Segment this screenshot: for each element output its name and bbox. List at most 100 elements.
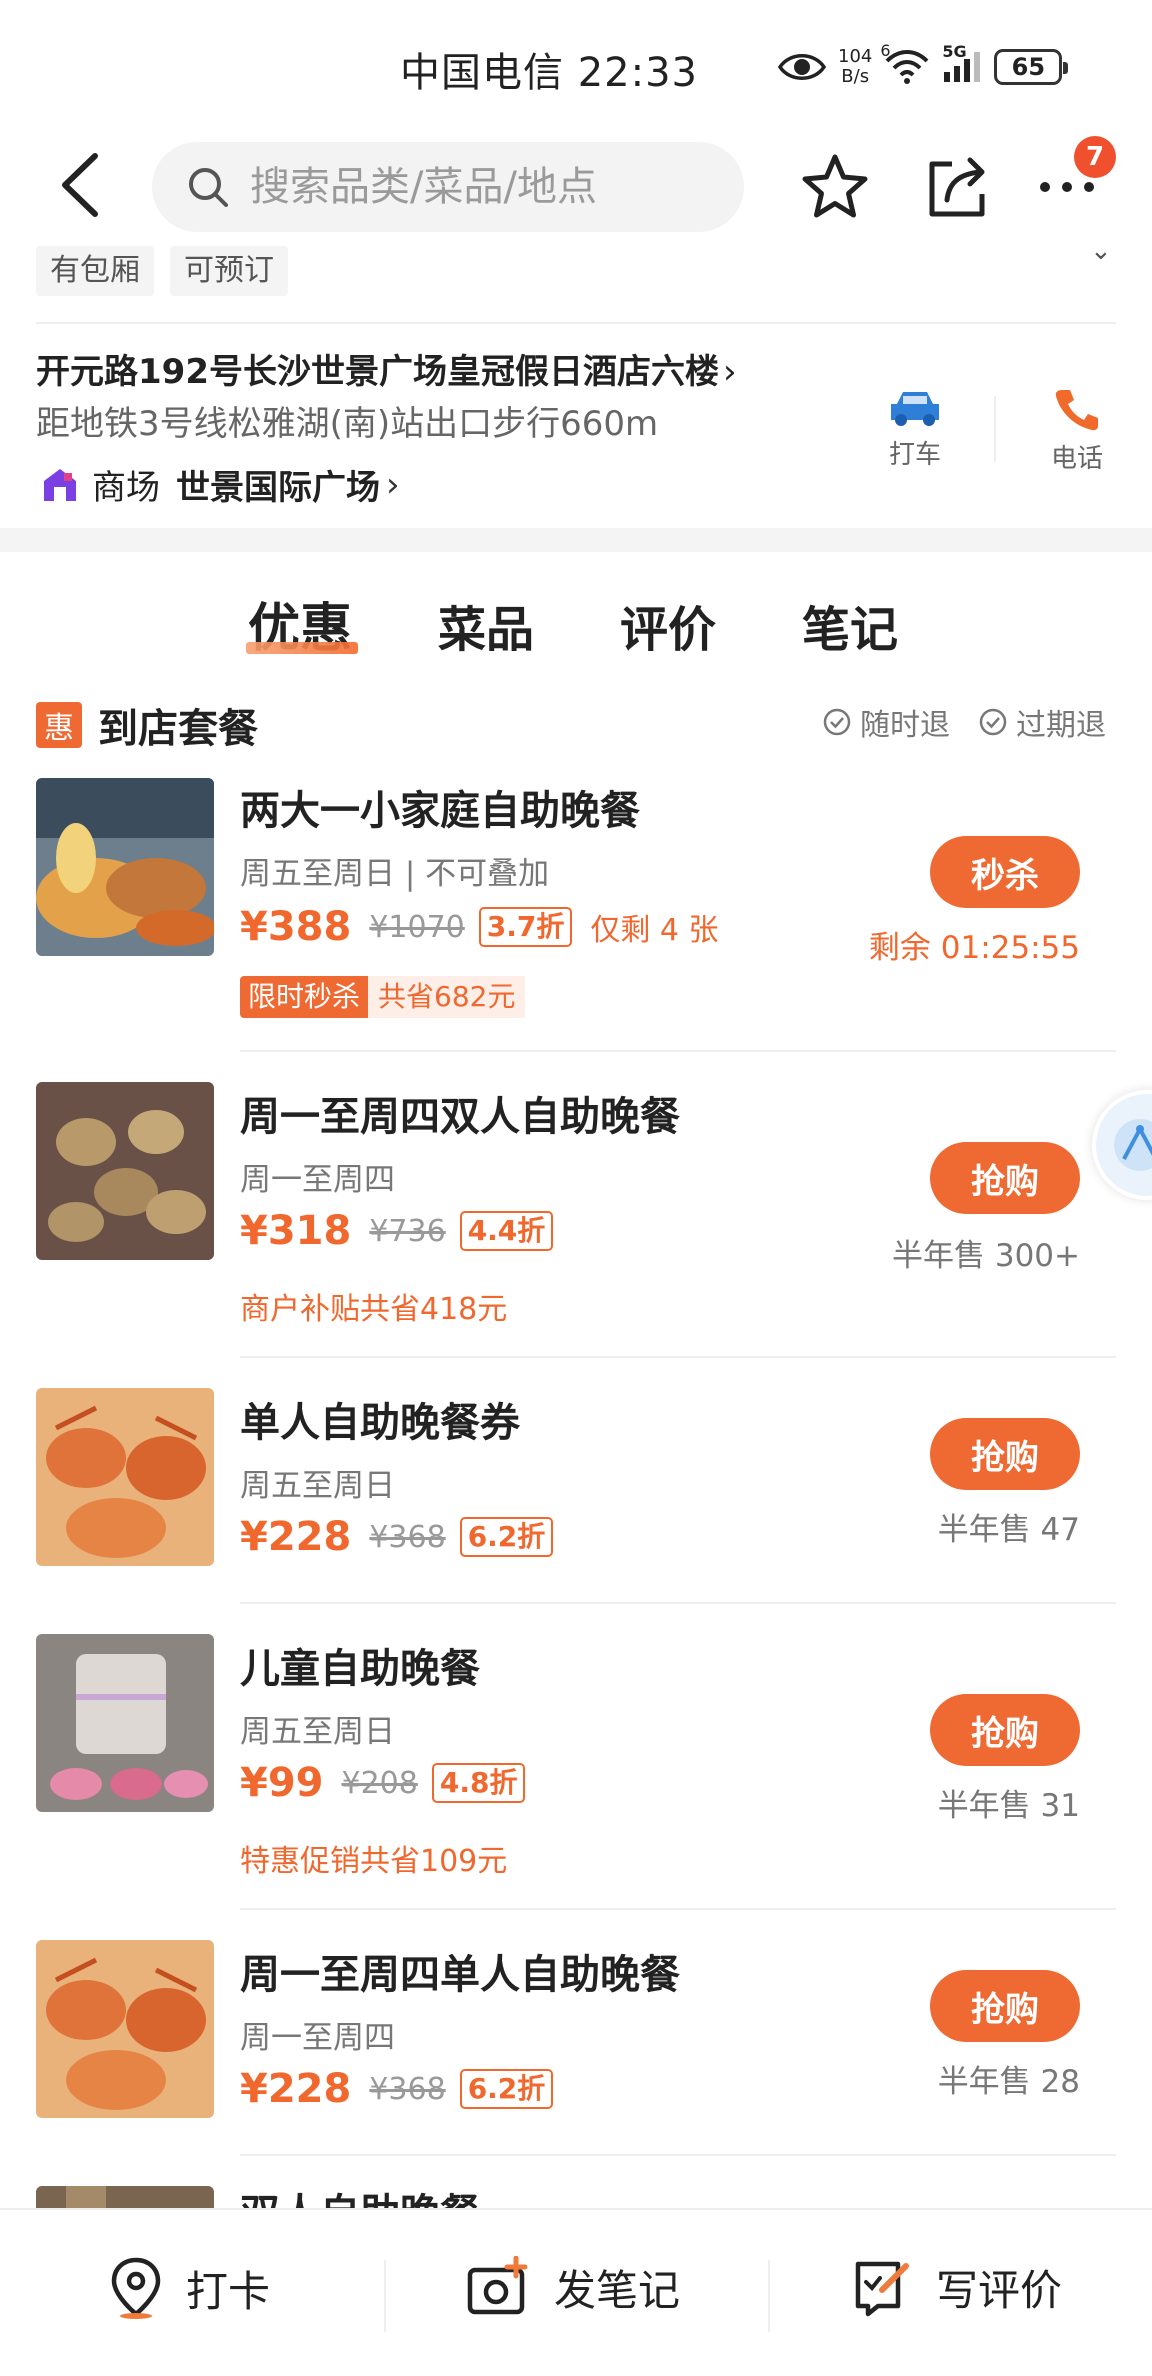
- favorite-button[interactable]: [798, 150, 872, 224]
- search-bar[interactable]: [152, 142, 744, 232]
- buy-button[interactable]: 抢购: [930, 1142, 1080, 1214]
- deal-title: 单人自助晚餐券: [240, 1400, 520, 1446]
- metro-distance: 距地铁3号线松雅湖(南)站出口步行660m: [36, 404, 659, 444]
- more-dots-icon: [1040, 182, 1094, 192]
- top-navigation: 7: [0, 130, 1152, 240]
- deal-price: ¥228: [240, 1514, 352, 1560]
- deal-title: 周一至周四单人自助晚餐: [240, 1952, 680, 1998]
- status-carrier-time: 中国电信 22:33: [400, 40, 698, 98]
- floating-assistant-button[interactable]: [1092, 1090, 1152, 1200]
- checkin-label: 打卡: [186, 2266, 271, 2316]
- flash-buy-button[interactable]: 秒杀: [930, 836, 1080, 908]
- countdown-timer: 剩余 01:25:55: [868, 930, 1080, 966]
- tab-dishes[interactable]: 菜品: [438, 590, 534, 660]
- share-button[interactable]: [920, 150, 994, 224]
- divider: [240, 2154, 1116, 2156]
- mall-icon: [44, 468, 76, 501]
- signal-label: 5G: [942, 42, 967, 61]
- wifi-label: 6: [880, 41, 891, 60]
- net-speed-unit: B/s: [841, 66, 870, 87]
- chevron-right-icon: ›: [386, 464, 400, 505]
- deal-title: 周一至周四双人自助晚餐: [240, 1094, 680, 1140]
- discount-tag: 3.7折: [478, 907, 573, 947]
- location-pin-icon: [111, 2257, 161, 2319]
- tag-private-room: 有包厢: [36, 246, 154, 296]
- deal-price: ¥228: [240, 2066, 352, 2112]
- checkin-button[interactable]: 打卡: [108, 2256, 270, 2320]
- original-price: ¥368: [369, 1519, 446, 1555]
- promotion-note: 特惠促销共省109元: [240, 1844, 508, 1879]
- tab-notes[interactable]: 笔记: [802, 590, 898, 660]
- discount-tag: 4.4折: [459, 1211, 554, 1251]
- divider: [768, 2260, 770, 2332]
- write-note-button[interactable]: 发笔记: [466, 2256, 680, 2318]
- net-speed: 104 B/s: [838, 47, 872, 87]
- deal-image: [36, 1082, 214, 1260]
- deal-validity: 周五至周日: [240, 1468, 395, 1504]
- deal-validity: 周一至周四: [240, 1162, 395, 1198]
- flash-sale-label: 限时秒杀: [240, 976, 369, 1018]
- write-review-button[interactable]: 写评价: [852, 2256, 1062, 2318]
- clock: 22:33: [577, 50, 698, 96]
- original-price: ¥736: [369, 1213, 446, 1249]
- section-header: 惠 到店套餐: [36, 696, 258, 754]
- mall-link[interactable]: 商场 世景国际广场 ›: [40, 460, 400, 509]
- deal-price: ¥99: [240, 1760, 324, 1806]
- deal-price: ¥318: [240, 1208, 352, 1254]
- notification-badge: 7: [1074, 136, 1116, 178]
- divider: [240, 1050, 1116, 1052]
- carrier-name: 中国电信: [400, 50, 564, 96]
- price-row: ¥318 ¥736 4.4折: [240, 1208, 554, 1254]
- eye-icon: [778, 50, 826, 84]
- deal-validity: 周五至周日: [240, 1714, 395, 1750]
- address-text: 开元路192号长沙世景广场皇冠假日酒店六楼: [36, 352, 719, 392]
- buy-button[interactable]: 抢购: [930, 1694, 1080, 1766]
- buy-button[interactable]: 抢购: [930, 1418, 1080, 1490]
- back-arrow-icon: [62, 153, 98, 217]
- discount-tag: 4.8折: [431, 1763, 526, 1803]
- status-icons: 104 B/s 6 5G 65: [778, 41, 1069, 92]
- discount-badge: 惠: [36, 702, 82, 748]
- taxi-button[interactable]: 打车: [860, 386, 970, 471]
- expand-chevron-icon[interactable]: ⌄: [1090, 236, 1112, 266]
- status-bar: 中国电信 22:33 104 B/s 6 5G 65: [0, 0, 1152, 130]
- discount-tag: 6.2折: [459, 1517, 554, 1557]
- star-icon: [802, 154, 868, 218]
- deal-image: [36, 1634, 214, 1812]
- search-input[interactable]: [250, 164, 690, 210]
- phone-button[interactable]: 电话: [1022, 386, 1132, 475]
- chevron-right-icon: ›: [722, 352, 737, 392]
- share-icon: [929, 157, 985, 217]
- battery-indicator: 65: [994, 49, 1069, 85]
- back-button[interactable]: [55, 150, 115, 220]
- original-price: ¥208: [341, 1765, 418, 1801]
- policy-text: 随时退: [860, 708, 950, 743]
- divider: [240, 1602, 1116, 1604]
- sales-count: 半年售 31: [937, 1788, 1080, 1824]
- price-row: ¥228 ¥368 6.2折: [240, 1514, 554, 1560]
- divider: [36, 322, 1116, 324]
- price-row: ¥99 ¥208 4.8折: [240, 1760, 526, 1806]
- deal-title: 儿童自助晚餐: [240, 1646, 480, 1692]
- divider: [240, 1356, 1116, 1358]
- deal-validity: 周五至周日 | 不可叠加: [240, 856, 550, 892]
- mall-name: 世景国际广场: [176, 468, 380, 508]
- deal-image: [36, 1940, 214, 2118]
- original-price: ¥368: [369, 2071, 446, 2107]
- tab-reviews[interactable]: 评价: [620, 590, 716, 660]
- compass-icon: [1114, 1119, 1152, 1171]
- deal-title: 两大一小家庭自助晚餐: [240, 788, 640, 834]
- price-row: ¥388 ¥1070 3.7折 仅剩 4 张: [240, 904, 719, 950]
- flash-sale-tag: 限时秒杀 共省682元: [240, 976, 526, 1018]
- taxi-label: 打车: [888, 440, 941, 470]
- check-circle-icon: [823, 708, 851, 736]
- phone-label: 电话: [1050, 444, 1103, 474]
- address-link[interactable]: 开元路192号长沙世景广场皇冠假日酒店六楼 ›: [36, 344, 737, 393]
- note-label: 发笔记: [554, 2265, 681, 2315]
- review-label: 写评价: [936, 2265, 1063, 2315]
- camera-plus-icon: [467, 2256, 528, 2315]
- price-row: ¥228 ¥368 6.2折: [240, 2066, 554, 2112]
- buy-button[interactable]: 抢购: [930, 1970, 1080, 2042]
- divider: [994, 396, 996, 462]
- savings-label: 共省682元: [368, 976, 526, 1018]
